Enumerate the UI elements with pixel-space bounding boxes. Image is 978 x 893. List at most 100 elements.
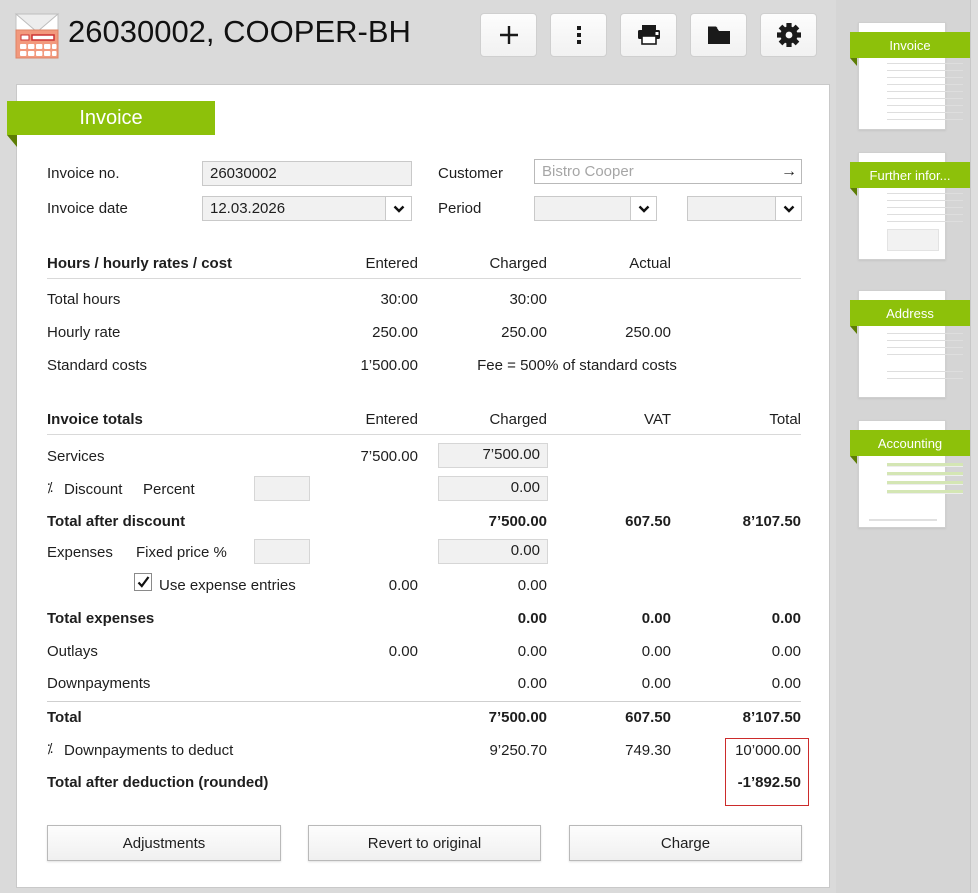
customer-input[interactable]: [535, 163, 777, 180]
hours-col-actual: Actual: [629, 255, 671, 272]
outlays-vat: 0.00: [641, 643, 671, 660]
table-row: Total expenses 0.00 0.00 0.00: [17, 610, 829, 632]
page-title: 26030002, COOPER-BH: [68, 14, 411, 49]
kebab-menu-icon: [576, 26, 581, 44]
period-from-dropdown-button[interactable]: [630, 197, 656, 220]
banner-fold: [850, 326, 857, 334]
invoice-no-field[interactable]: [202, 161, 412, 186]
table-row: Total after deduction (rounded) -1’892.5…: [17, 774, 829, 796]
folder-button[interactable]: [690, 13, 747, 57]
invoice-no-input[interactable]: [203, 165, 411, 182]
tab-invoice: Invoice: [7, 101, 215, 135]
outlays-entered: 0.00: [388, 643, 418, 660]
charge-button[interactable]: Charge: [569, 825, 802, 861]
print-button[interactable]: [620, 13, 677, 57]
chevron-down-icon: [783, 205, 794, 213]
hours-section-title: Hours / hourly rates / cost: [47, 255, 233, 272]
revert-to-original-button[interactable]: Revert to original: [308, 825, 541, 861]
printer-icon: [637, 25, 660, 45]
total-charged: 7’500.00: [488, 709, 547, 726]
sidebar-item-address[interactable]: Address: [836, 290, 978, 410]
invoice-app-icon: [14, 11, 60, 61]
thumbnail-preview: [887, 371, 963, 385]
gear-icon: [776, 23, 801, 47]
period-to-field[interactable]: [687, 196, 802, 221]
totals-col-total: Total: [769, 411, 801, 428]
expenses-charged-field[interactable]: 0.00: [438, 539, 548, 564]
total-expenses-vat: 0.00: [641, 610, 671, 627]
app-header: 26030002, COOPER-BH: [0, 0, 836, 70]
sidebar-item-further-information[interactable]: Further infor...: [836, 152, 978, 272]
expenses-label: Expenses: [47, 544, 113, 561]
standard-costs-entered: 1’500.00: [360, 357, 418, 374]
totals-col-entered: Entered: [365, 411, 418, 428]
total-after-discount-charged: 7’500.00: [488, 513, 547, 530]
period-to-input[interactable]: [688, 200, 775, 217]
customer-field[interactable]: →: [534, 159, 802, 184]
totals-section-title: Invoice totals: [47, 411, 143, 428]
total-expenses-charged: 0.00: [517, 610, 547, 627]
sidebar-item-label: Accounting: [850, 430, 970, 456]
outlays-charged: 0.00: [517, 643, 547, 660]
services-charged-field[interactable]: 7’500.00: [438, 443, 548, 468]
totals-col-charged: Charged: [489, 411, 547, 428]
invoice-date-field[interactable]: [202, 196, 412, 221]
total-label: Total: [47, 709, 82, 726]
discount-charged-field[interactable]: 0.00: [438, 476, 548, 501]
discount-percent-label: Percent: [143, 481, 195, 498]
table-row: Hourly rate 250.00 250.00 250.00: [17, 324, 829, 346]
downpayments-label: Downpayments: [47, 675, 151, 692]
adjustments-button[interactable]: Adjustments: [47, 825, 281, 861]
period-from-input[interactable]: [535, 200, 630, 217]
outlays-total: 0.00: [771, 643, 801, 660]
thumbnail-preview: [887, 333, 963, 355]
thumbnail-preview: [887, 193, 963, 223]
divider: [47, 434, 801, 435]
thumbnail-preview: [887, 463, 963, 497]
fixed-price-percent-field[interactable]: [254, 539, 310, 564]
percent-icon: ⁒: [47, 481, 53, 496]
divider: [47, 701, 801, 702]
settings-button[interactable]: [760, 13, 817, 57]
period-to-dropdown-button[interactable]: [775, 197, 801, 220]
sidebar-item-label: Address: [850, 300, 970, 326]
table-row: Total hours 30:00 30:00: [17, 291, 829, 313]
banner-fold: [850, 58, 857, 66]
services-entered: 7’500.00: [360, 448, 418, 465]
table-row: Downpayments 0.00 0.00 0.00: [17, 675, 829, 697]
table-row: Services 7’500.00: [17, 448, 829, 470]
divider: [47, 278, 801, 279]
invoice-date-input[interactable]: [203, 200, 385, 217]
invoice-no-label: Invoice no.: [47, 165, 120, 182]
table-row: Outlays 0.00 0.00 0.00 0.00: [17, 643, 829, 665]
add-button[interactable]: [480, 13, 537, 57]
invoice-date-dropdown-button[interactable]: [385, 197, 411, 220]
table-row: ⁒ Discount Percent: [17, 481, 829, 503]
sidebar-item-accounting[interactable]: Accounting: [836, 420, 978, 540]
fee-note: Fee = 500% of standard costs: [477, 357, 677, 374]
sidebar-item-label: Invoice: [850, 32, 970, 58]
sidebar-item-invoice[interactable]: Invoice: [836, 22, 978, 142]
goto-customer-arrow-icon[interactable]: →: [777, 163, 801, 181]
more-options-button[interactable]: [550, 13, 607, 57]
total-hours-entered: 30:00: [380, 291, 418, 308]
period-from-field[interactable]: [534, 196, 657, 221]
use-expense-charged: 0.00: [517, 577, 547, 594]
downpayments-total: 0.00: [771, 675, 801, 692]
scrollbar-track[interactable]: [970, 0, 978, 893]
table-row: Total 7’500.00 607.50 8’107.50: [17, 709, 829, 731]
table-row: Standard costs 1’500.00 Fee = 500% of st…: [17, 357, 829, 379]
customer-label: Customer: [438, 165, 504, 182]
validation-highlight-box: [725, 738, 809, 806]
sidebar-item-label: Further infor...: [850, 162, 970, 188]
chevron-down-icon: [638, 205, 649, 213]
table-row: Expenses Fixed price %: [17, 544, 829, 566]
downpayments-vat: 0.00: [641, 675, 671, 692]
folder-icon: [707, 26, 730, 44]
total-expenses-total: 0.00: [771, 610, 801, 627]
discount-percent-field[interactable]: [254, 476, 310, 501]
hours-col-entered: Entered: [365, 255, 418, 272]
hourly-rate-entered: 250.00: [372, 324, 418, 341]
thumbnail-preview: [887, 63, 963, 121]
total-expenses-label: Total expenses: [47, 610, 155, 627]
